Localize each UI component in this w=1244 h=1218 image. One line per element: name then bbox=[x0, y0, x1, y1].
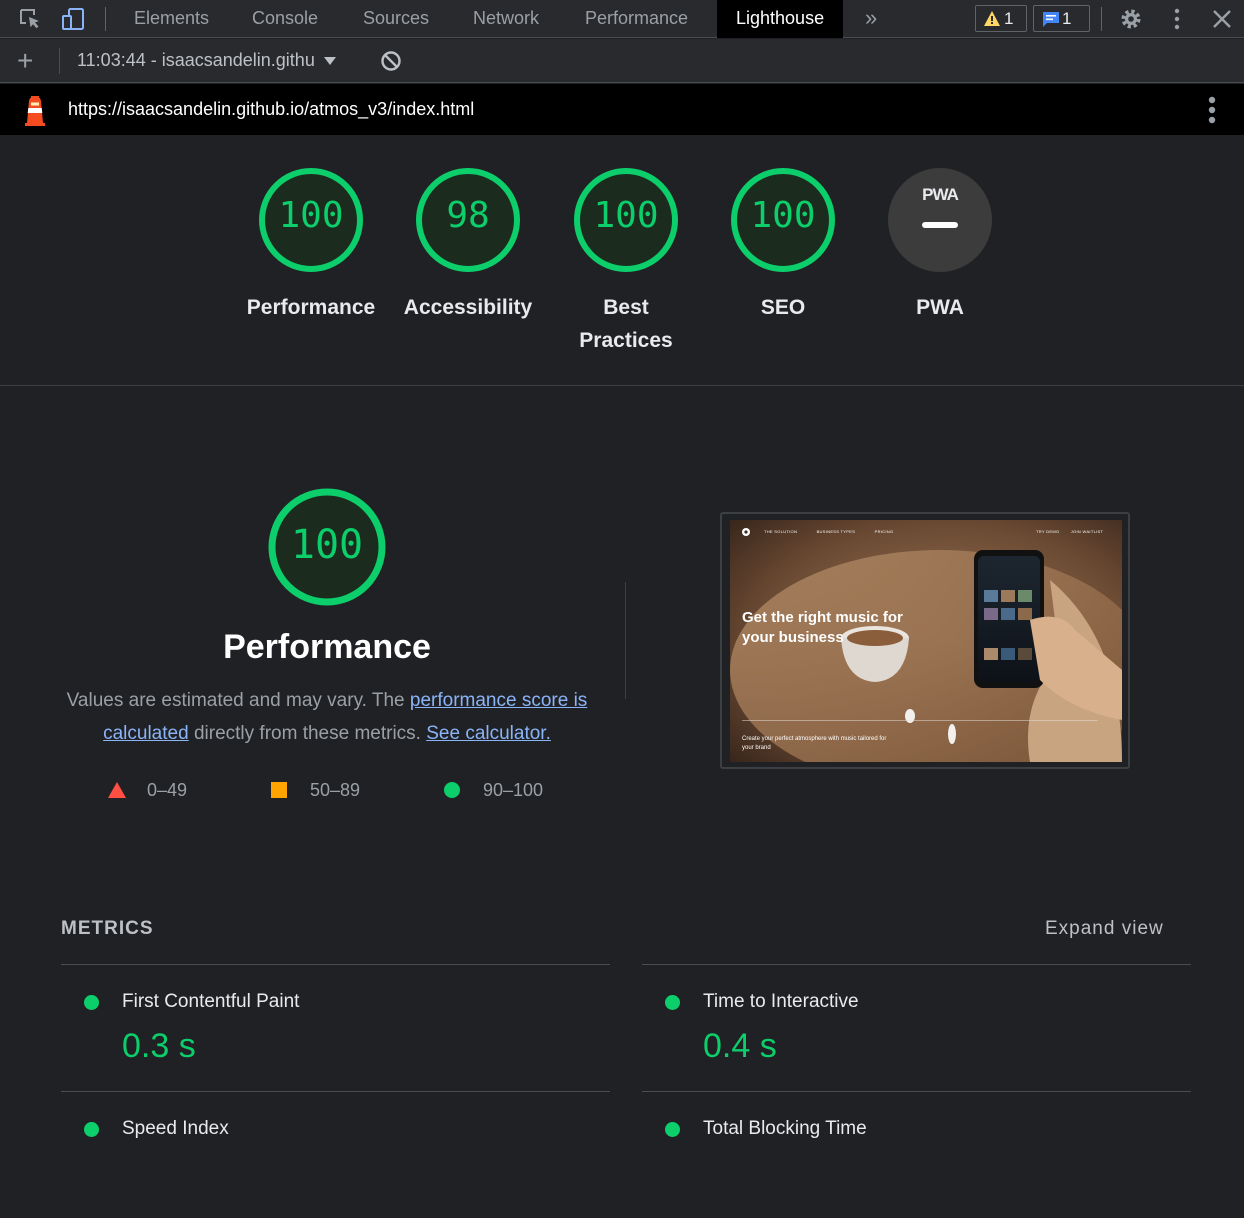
pass-circle-icon bbox=[665, 1122, 680, 1137]
see-calculator-link[interactable]: See calculator. bbox=[426, 723, 551, 744]
close-icon[interactable] bbox=[1209, 6, 1235, 32]
pass-circle-icon bbox=[84, 995, 99, 1010]
metric-total-blocking-time[interactable]: Total Blocking Time bbox=[642, 1092, 1190, 1218]
tab-separator bbox=[105, 7, 106, 31]
metric-time-to-interactive[interactable]: Time to Interactive 0.4 s bbox=[642, 965, 1190, 1091]
section-divider bbox=[625, 582, 626, 699]
metric-speed-index[interactable]: Speed Index bbox=[61, 1092, 609, 1218]
devtools-tabbar: Elements Console Sources Network Perform… bbox=[0, 0, 1244, 38]
screenshot-nav-item: BUSINESS TYPES bbox=[816, 529, 856, 534]
clear-block-icon[interactable] bbox=[380, 50, 402, 72]
tab-network[interactable]: Network bbox=[473, 0, 539, 38]
report-url[interactable]: https://isaacsandelin.github.io/atmos_v3… bbox=[68, 99, 474, 120]
gauge-score: 100 bbox=[750, 195, 816, 236]
performance-title: Performance bbox=[223, 628, 431, 666]
screenshot-image: THE SOLUTION BUSINESS TYPES PRICING TRY … bbox=[730, 520, 1122, 762]
legend-range: 0–49 bbox=[147, 780, 188, 800]
screenshot-nav-item: PRICING bbox=[874, 529, 894, 534]
pass-circle-icon bbox=[84, 1122, 99, 1137]
gauge-seo[interactable]: 100 SEO bbox=[713, 167, 853, 324]
metric-value: 0.4 s bbox=[703, 1027, 777, 1065]
gauge-pwa[interactable]: PWA PWA bbox=[870, 167, 1010, 324]
report-select-label: 11:03:44 - isaacsandelin.githu bbox=[77, 50, 315, 70]
warnings-count: 1 bbox=[1004, 9, 1014, 28]
tab-sources[interactable]: Sources bbox=[363, 0, 429, 38]
performance-desc-text: Values are estimated and may vary. The bbox=[66, 690, 410, 711]
metric-label: Time to Interactive bbox=[703, 991, 859, 1012]
screenshot-nav: THE SOLUTION BUSINESS TYPES PRICING bbox=[764, 529, 893, 534]
gauge-score: 98 bbox=[446, 195, 490, 236]
kebab-menu-icon[interactable] bbox=[1164, 6, 1190, 32]
pass-circle-icon bbox=[665, 995, 680, 1010]
final-screenshot[interactable]: THE SOLUTION BUSINESS TYPES PRICING TRY … bbox=[720, 512, 1130, 769]
toolbar-separator bbox=[59, 48, 60, 74]
new-report-button[interactable]: + bbox=[17, 45, 33, 77]
gauge-label: Accessibility bbox=[403, 296, 533, 319]
message-icon bbox=[1043, 12, 1059, 27]
messages-badge[interactable]: 1 bbox=[1033, 5, 1090, 32]
metric-label: Speed Index bbox=[122, 1118, 229, 1139]
screenshot-nav-item: THE SOLUTION bbox=[764, 529, 798, 534]
gauge-label: PWA bbox=[916, 296, 964, 319]
pass-circle-icon bbox=[444, 782, 460, 798]
tab-elements[interactable]: Elements bbox=[134, 0, 209, 38]
gauge-performance[interactable]: 100 Performance bbox=[241, 167, 381, 324]
gauge-accessibility[interactable]: 98 Accessibility bbox=[398, 167, 538, 324]
metric-first-contentful-paint[interactable]: First Contentful Paint 0.3 s bbox=[61, 965, 609, 1091]
legend-range: 50–89 bbox=[310, 780, 361, 800]
lighthouse-toolbar: + 11:03:44 - isaacsandelin.githu bbox=[0, 39, 1244, 83]
gauge-label: SEO bbox=[760, 296, 806, 319]
screenshot-nav-right: TRY DEMO JOIN WAITLIST bbox=[1036, 529, 1103, 534]
metric-label: Total Blocking Time bbox=[703, 1118, 867, 1139]
gauge-best-practices[interactable]: 100 Best Practices bbox=[556, 167, 696, 357]
legend-range: 90–100 bbox=[483, 780, 544, 800]
tab-lighthouse[interactable]: Lighthouse bbox=[717, 0, 844, 38]
warning-icon bbox=[984, 11, 1000, 26]
average-square-icon bbox=[271, 782, 287, 798]
performance-desc-text: directly from these metrics. bbox=[188, 723, 427, 744]
lighthouse-logo-icon bbox=[25, 96, 45, 126]
performance-score: 100 bbox=[290, 522, 364, 568]
screenshot-nav-item: JOIN WAITLIST bbox=[1070, 529, 1104, 534]
device-toolbar-icon[interactable] bbox=[60, 6, 86, 32]
category-gauges: 100 Performance 98 Accessibility 100 Bes… bbox=[0, 135, 1244, 386]
screenshot-subtext: Create your perfect atmosphere with musi… bbox=[742, 736, 887, 751]
pwa-badge-icon bbox=[888, 168, 992, 272]
gauge-label: Performance bbox=[246, 296, 376, 319]
pwa-badge-text: PWA bbox=[922, 185, 959, 204]
gauge-score: 100 bbox=[278, 195, 344, 236]
inspect-element-icon[interactable] bbox=[17, 6, 43, 32]
gauge-label: Best Practices bbox=[579, 296, 673, 352]
dropdown-arrow-icon bbox=[323, 57, 336, 65]
expand-view-toggle[interactable]: Expand view bbox=[1045, 918, 1164, 940]
warnings-badge[interactable]: 1 bbox=[975, 5, 1027, 32]
metric-value: 0.3 s bbox=[122, 1027, 196, 1065]
messages-count: 1 bbox=[1062, 9, 1072, 28]
screenshot-nav-item: TRY DEMO bbox=[1036, 529, 1060, 534]
metric-label: First Contentful Paint bbox=[122, 991, 300, 1012]
report-select[interactable]: 11:03:44 - isaacsandelin.githu bbox=[77, 50, 336, 71]
performance-description: Values are estimated and may vary. The p… bbox=[60, 684, 594, 750]
gear-icon[interactable] bbox=[1118, 6, 1144, 32]
metrics-heading: METRICS bbox=[61, 918, 154, 939]
gauge-score: 100 bbox=[593, 195, 659, 236]
tab-console[interactable]: Console bbox=[252, 0, 318, 38]
tab-separator bbox=[1101, 7, 1102, 31]
screenshot-headline: Get the right music for your business bbox=[742, 609, 903, 646]
tab-performance[interactable]: Performance bbox=[585, 0, 688, 38]
report-url-bar: https://isaacsandelin.github.io/atmos_v3… bbox=[0, 84, 1244, 135]
fail-triangle-icon bbox=[108, 782, 126, 798]
more-tabs-chevron-icon[interactable]: » bbox=[865, 0, 877, 38]
report-menu-icon[interactable] bbox=[1208, 96, 1216, 124]
